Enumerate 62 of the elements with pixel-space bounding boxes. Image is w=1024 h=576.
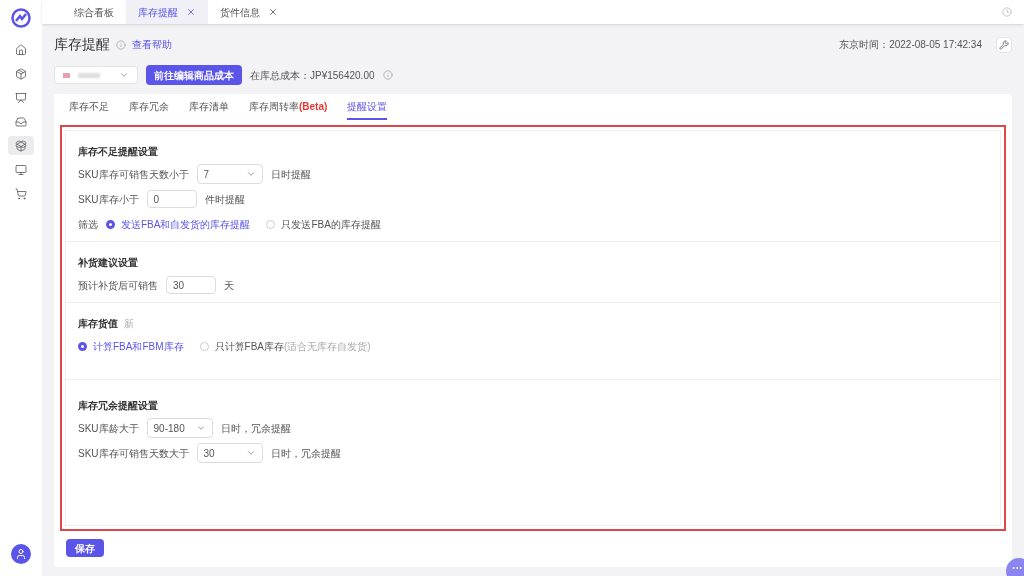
dropdown[interactable]: 30 <box>196 443 263 463</box>
box-icon <box>15 67 27 80</box>
chevron-icon <box>195 423 206 433</box>
close-icon[interactable] <box>186 7 196 17</box>
help-link[interactable]: 查看帮助 <box>132 37 172 52</box>
close-icon[interactable] <box>268 7 278 17</box>
radio-label[interactable]: 计算FBA和FBM库存 <box>93 338 184 354</box>
page-title: 库存提醒 <box>54 35 110 54</box>
field-label: SKU库龄大于 <box>78 421 139 436</box>
field-label: SKU库存可销售天数大于 <box>78 446 189 461</box>
top-tab[interactable]: 综合看板 <box>62 0 126 24</box>
field-label: 筛选 <box>78 217 98 232</box>
top-tab[interactable]: 库存提醒 <box>126 0 208 24</box>
wrench-icon <box>999 39 1009 50</box>
radio-label[interactable]: 只发送FBA的库存提醒 <box>281 216 381 232</box>
field-suffix: 件时提醒 <box>204 192 245 207</box>
tools-button[interactable] <box>996 36 1012 53</box>
tab[interactable]: 库存不足 <box>69 99 109 120</box>
info-icon <box>382 70 393 80</box>
field-suffix: 天 <box>224 278 234 293</box>
field-suffix: 日时，冗余提醒 <box>270 446 341 461</box>
input-field[interactable]: 0 <box>146 190 197 208</box>
tokyo-time: 东京时间：2022-08-05 17:42:34 <box>839 38 982 52</box>
chevron-icon <box>245 448 256 458</box>
field-label: SKU库存可销售天数小于 <box>78 167 189 182</box>
dropdown[interactable]: 7 <box>196 164 263 184</box>
total-cost: 在库总成本：JP¥156420.00 <box>250 68 375 83</box>
cart-icon <box>15 187 27 200</box>
section-title: 库存货值 <box>78 316 118 331</box>
radio-button[interactable] <box>78 341 87 351</box>
home-icon <box>15 43 27 56</box>
top-tab[interactable]: 货件信息 <box>208 0 290 24</box>
new-tag: 新 <box>124 315 134 331</box>
input-field[interactable]: 30 <box>166 276 216 294</box>
section-title: 补货建议设置 <box>78 255 138 270</box>
edit-cost-button[interactable]: 前往编辑商品成本 <box>146 65 242 85</box>
section-title: 库存不足提醒设置 <box>78 144 158 159</box>
monitor-icon <box>15 163 27 176</box>
chevron-icon <box>119 70 129 80</box>
tab[interactable]: 提醒设置 <box>347 99 388 120</box>
presentation-icon <box>15 91 27 104</box>
info-icon <box>116 39 126 50</box>
field-suffix: 日时，冗余提醒 <box>220 421 291 436</box>
logo-icon <box>11 8 31 28</box>
avatar[interactable] <box>11 544 31 564</box>
tab[interactable]: 库存冗余 <box>129 99 169 120</box>
radio-button[interactable] <box>106 219 115 229</box>
radio-label[interactable]: 只计算FBA库存(适合无库存自发货) <box>214 338 371 354</box>
radio-label[interactable]: 发送FBA和自发货的库存提醒 <box>121 216 251 232</box>
tab[interactable]: 库存清单 <box>189 99 229 120</box>
field-suffix: 日时提醒 <box>270 167 311 182</box>
user-icon <box>15 548 27 560</box>
section-title: 库存冗余提醒设置 <box>78 398 158 413</box>
sidebar-item[interactable] <box>8 136 34 155</box>
package-icon <box>15 139 27 152</box>
dropdown[interactable]: 90-180 <box>146 418 213 438</box>
inbox-icon <box>15 115 27 128</box>
field-label: 预计补货后可销售 <box>78 278 158 293</box>
tab[interactable]: 库存周转率(Beta) <box>249 99 328 120</box>
chevron-icon <box>245 169 256 179</box>
save-button[interactable]: 保存 <box>66 539 104 557</box>
field-label: SKU库存小于 <box>78 192 139 207</box>
